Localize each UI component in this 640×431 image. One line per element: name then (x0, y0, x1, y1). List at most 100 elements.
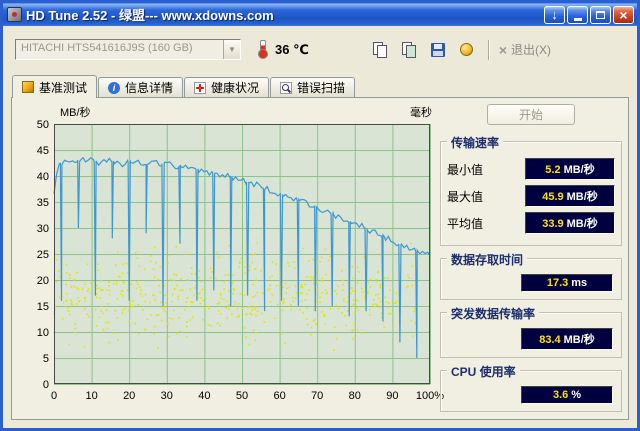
svg-text:20: 20 (37, 275, 49, 287)
close-button[interactable]: × (613, 5, 634, 24)
close-icon: × (619, 6, 628, 23)
svg-text:0: 0 (51, 390, 57, 402)
minimize-button[interactable] (567, 5, 588, 24)
access-time-value: 17.3 ms (521, 274, 613, 292)
access-time-label: 数据存取时间 (447, 251, 528, 268)
svg-text:10: 10 (85, 390, 97, 402)
titlebar[interactable]: HD Tune 2.52 - 绿盟--- www.xdowns.com ↓ × (3, 3, 637, 26)
value-number: 45.9 (542, 191, 564, 203)
svg-text:60: 60 (273, 390, 285, 402)
min-rate-value: 5.2 MB/秒 (525, 158, 615, 180)
max-rate-value: 45.9 MB/秒 (525, 185, 615, 207)
svg-text:50: 50 (236, 390, 248, 402)
min-rate-label: 最小值 (447, 162, 484, 177)
avg-rate-value: 33.9 MB/秒 (525, 212, 615, 234)
min-rate-row: 最小值 5.2 MB/秒 (447, 158, 615, 180)
thermometer-icon (257, 40, 268, 59)
copy-image-icon (401, 42, 417, 58)
save-icon (430, 42, 445, 57)
tab-benchmark-label: 基准测试 (39, 80, 88, 95)
benchmark-icon (22, 81, 34, 93)
svg-text:30: 30 (161, 390, 173, 402)
benchmark-page: MB/秒 毫秒 0 5 10 15 20 25 30 35 40 45 50 0 10 20 30 40 50 6… (11, 97, 629, 420)
svg-text:45: 45 (37, 145, 49, 157)
svg-text:0: 0 (43, 379, 49, 391)
access-time-group: 数据存取时间 17.3 ms (440, 251, 622, 300)
toolbar: HITACHI HTS541616J9S (160 GB) ▼ 36 ℃ × 退… (3, 26, 637, 73)
svg-text:90: 90 (386, 390, 398, 402)
burst-rate-value: 83.4 MB/秒 (521, 328, 613, 350)
chart-units-row: MB/秒 毫秒 (16, 104, 450, 119)
drive-selector[interactable]: HITACHI HTS541616J9S (160 GB) ▼ (15, 39, 241, 60)
value-number: 17.3 (546, 277, 569, 289)
titlebar-buttons: ↓ × (544, 5, 634, 24)
toolbar-separator (487, 39, 490, 60)
copy-icon (372, 42, 388, 58)
toolbar-actions: × 退出(X) (368, 39, 551, 61)
download-arrow-button[interactable]: ↓ (544, 5, 565, 24)
results-panel: 开始 传输速率 最小值 5.2 MB/秒 最大值 45.9 MB/秒 平均值 33.… (440, 102, 622, 413)
tab-error-scan-label: 错误扫描 (297, 81, 346, 95)
copy-image-button[interactable] (397, 39, 421, 61)
avg-rate-label: 平均值 (447, 216, 484, 231)
burst-rate-label: 突发数据传输率 (447, 305, 540, 322)
svg-text:40: 40 (37, 171, 49, 183)
tab-info-label: 信息详情 (125, 81, 174, 95)
svg-text:50: 50 (37, 119, 49, 131)
exit-x-icon: × (498, 41, 507, 58)
options-button[interactable] (455, 39, 479, 61)
max-rate-label: 最大值 (447, 189, 484, 204)
svg-text:10: 10 (37, 327, 49, 339)
exit-button[interactable]: × 退出(X) (499, 41, 551, 58)
scan-magnifier-icon (280, 81, 293, 94)
svg-text:5: 5 (43, 353, 49, 365)
svg-text:25: 25 (37, 249, 49, 261)
drive-selector-value: HITACHI HTS541616J9S (160 GB) (21, 42, 193, 54)
tab-health-label: 健康状况 (211, 81, 260, 95)
svg-text:30: 30 (37, 223, 49, 235)
burst-rate-group: 突发数据传输率 83.4 MB/秒 (440, 305, 622, 358)
value-number: 83.4 (539, 334, 561, 346)
y-left-unit-label: MB/秒 (60, 107, 91, 119)
value-number: 3.6 (552, 389, 569, 401)
svg-text:20: 20 (123, 390, 135, 402)
save-button[interactable] (426, 39, 450, 61)
hdtune-window: HD Tune 2.52 - 绿盟--- www.xdowns.com ↓ × … (0, 0, 640, 431)
tab-benchmark[interactable]: 基准测试 (12, 75, 98, 98)
benchmark-chart-svg: 051015202530354045500 10 20 30 40 50 60 70 80 90 1… (37, 119, 445, 402)
value-unit: % (571, 389, 582, 401)
exit-label: 退出(X) (511, 43, 551, 57)
down-arrow-icon: ↓ (551, 7, 558, 22)
window-title: HD Tune 2.52 - 绿盟--- www.xdowns.com (26, 8, 274, 23)
minimize-icon (573, 17, 582, 21)
value-unit: MB/秒 (563, 164, 595, 176)
svg-text:35: 35 (37, 197, 49, 209)
y-right-unit-label: 毫秒 (410, 107, 432, 119)
maximize-button[interactable] (590, 5, 611, 24)
benchmark-chart: MB/秒 毫秒 0 5 10 15 20 25 30 35 40 45 50 0 10 20 30 40 50 6… (16, 104, 450, 410)
tab-health[interactable]: 健康状况 (184, 77, 270, 97)
transfer-rate-title: 传输速率 (447, 134, 504, 151)
value-unit: MB/秒 (563, 334, 595, 346)
chevron-down-icon[interactable]: ▼ (223, 40, 240, 59)
svg-text:15: 15 (37, 301, 49, 313)
health-cross-icon (194, 81, 207, 94)
avg-rate-row: 平均值 33.9 MB/秒 (447, 212, 615, 234)
start-button[interactable]: 开始 (487, 104, 575, 125)
cpu-usage-label: CPU 使用率 (447, 363, 520, 380)
value-unit: ms (571, 277, 588, 289)
tab-info[interactable]: i 信息详情 (98, 77, 184, 97)
value-unit: MB/秒 (566, 218, 598, 230)
cpu-usage-group: CPU 使用率 3.6% (440, 363, 622, 412)
tab-error-scan[interactable]: 错误扫描 (270, 77, 356, 97)
transfer-rate-group: 传输速率 最小值 5.2 MB/秒 最大值 45.9 MB/秒 平均值 33.9 MB… (440, 134, 622, 246)
svg-text:40: 40 (198, 390, 210, 402)
copy-button[interactable] (368, 39, 392, 61)
cpu-usage-value: 3.6% (521, 386, 613, 404)
info-icon: i (108, 81, 121, 94)
svg-text:80: 80 (349, 390, 361, 402)
tab-bar: 基准测试 i 信息详情 健康状况 错误扫描 (3, 73, 637, 98)
value-number: 33.9 (542, 218, 564, 230)
svg-text:70: 70 (311, 390, 323, 402)
app-icon (7, 7, 22, 22)
